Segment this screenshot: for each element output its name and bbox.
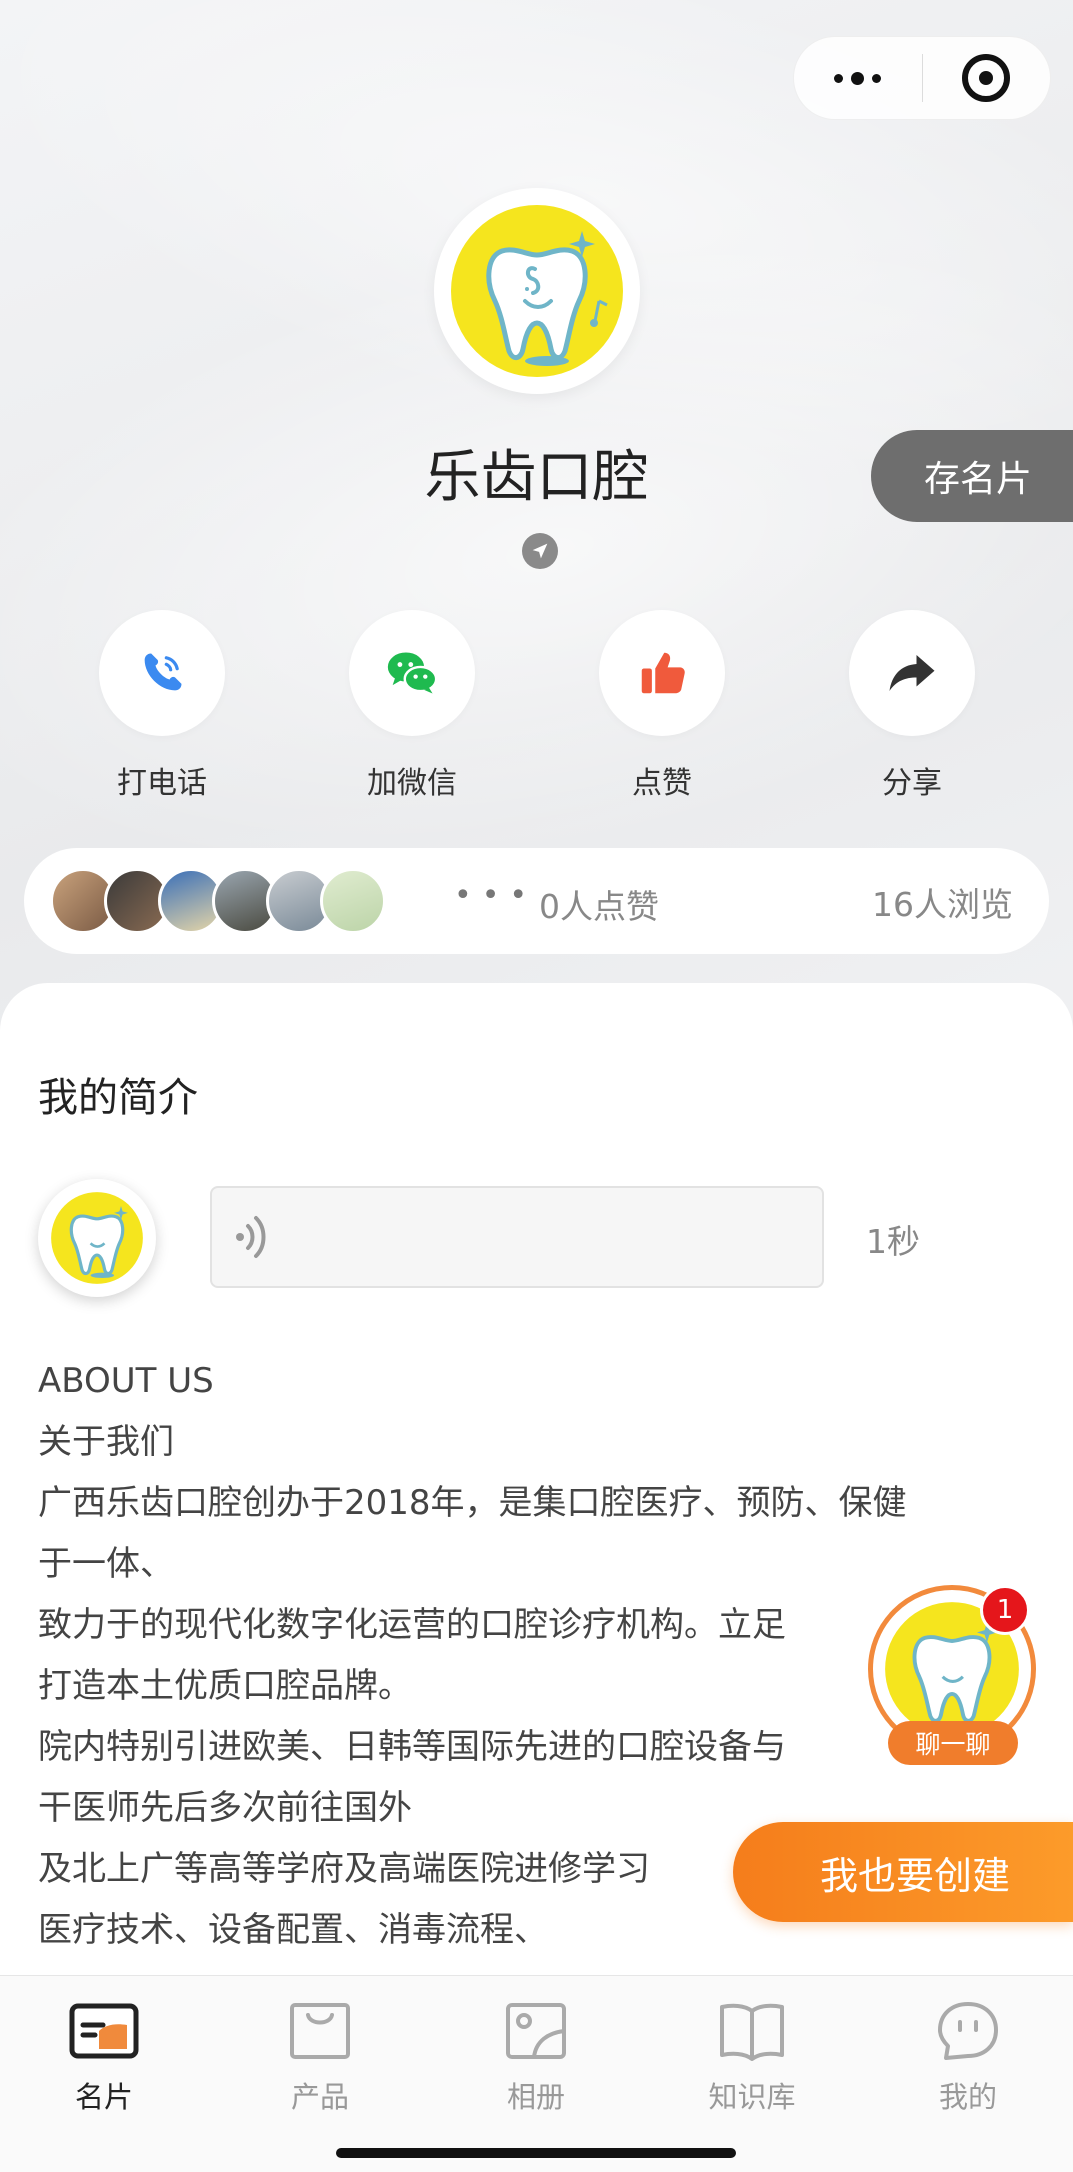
close-target-icon xyxy=(962,54,1011,102)
tab-knowledge[interactable]: 知识库 xyxy=(672,1998,832,2116)
share-button[interactable] xyxy=(849,610,975,736)
intro-line: 关于我们 xyxy=(38,1422,174,1462)
unread-badge: 1 xyxy=(980,1585,1030,1635)
like-count: 0人点赞 xyxy=(539,887,659,926)
tab-album-label: 相册 xyxy=(506,2080,565,2114)
card-icon xyxy=(69,2003,139,2059)
intro-line: 广西乐齿口腔创办于2018年，是集口腔医疗、预防、保健 xyxy=(38,1483,907,1523)
view-count: 16人浏览 xyxy=(872,885,1013,924)
save-card-button[interactable]: 存名片 xyxy=(871,430,1073,522)
tooth-logo-icon xyxy=(451,205,623,377)
voice-duration: 1秒 xyxy=(866,1222,920,1261)
tab-card[interactable]: 名片 xyxy=(24,1998,184,2116)
face-icon xyxy=(938,2002,998,2060)
wechat-action[interactable]: 加微信 xyxy=(322,610,502,802)
intro-title: 我的简介 xyxy=(38,1075,198,1121)
more-button[interactable] xyxy=(794,36,922,120)
phone-icon xyxy=(144,653,182,691)
tab-album[interactable]: 相册 xyxy=(456,1998,616,2116)
thumbs-up-icon xyxy=(641,652,685,694)
tab-products[interactable]: 产品 xyxy=(240,1998,400,2116)
visitor-avatar xyxy=(320,868,386,934)
action-row: 打电话 加微信 点赞 分享 xyxy=(0,610,1073,810)
create-card-button[interactable]: 我也要创建 xyxy=(733,1822,1073,1922)
tab-card-label: 名片 xyxy=(74,2080,133,2114)
share-label: 分享 xyxy=(882,766,942,801)
tooth-logo-icon xyxy=(51,1192,143,1284)
more-visitors-icon: ••• xyxy=(454,878,538,913)
bag-icon xyxy=(290,2003,350,2059)
voice-wave-icon xyxy=(236,1216,266,1258)
like-action[interactable]: 点赞 xyxy=(572,610,752,802)
mini-program-capsule xyxy=(793,36,1051,120)
book-icon xyxy=(720,2003,784,2061)
wechat-icon xyxy=(387,652,438,694)
like-button[interactable] xyxy=(599,610,725,736)
tab-products-label: 产品 xyxy=(290,2080,349,2114)
wechat-button[interactable] xyxy=(349,610,475,736)
intro-line: ABOUT US xyxy=(38,1361,214,1401)
photo-icon xyxy=(506,2003,566,2059)
bottom-tab-bar: 名片 产品 相册 知识库 我的 xyxy=(0,1975,1073,2172)
company-avatar xyxy=(434,188,640,394)
share-icon xyxy=(889,655,935,691)
voice-intro-player[interactable] xyxy=(210,1186,824,1288)
intro-line: 于一体、 xyxy=(38,1544,174,1584)
tab-mine-label: 我的 xyxy=(938,2080,997,2114)
location-icon[interactable] xyxy=(522,533,558,569)
intro-avatar xyxy=(38,1179,156,1297)
business-card-page: 乐齿口腔 存名片 打电话 加微信 点赞 分享 ••• 0人点赞 16人浏览 我的… xyxy=(0,0,1073,2172)
visitor-stats-bar[interactable]: ••• 0人点赞 16人浏览 xyxy=(24,848,1049,954)
tab-knowledge-label: 知识库 xyxy=(708,2080,796,2114)
close-program-button[interactable] xyxy=(923,36,1051,120)
call-label: 打电话 xyxy=(117,766,207,801)
call-action[interactable]: 打电话 xyxy=(72,610,252,802)
more-dots-icon xyxy=(834,71,882,85)
like-label: 点赞 xyxy=(632,766,692,801)
home-indicator xyxy=(336,2148,736,2158)
tab-mine[interactable]: 我的 xyxy=(888,1998,1048,2116)
call-button[interactable] xyxy=(99,610,225,736)
wechat-label: 加微信 xyxy=(367,766,457,801)
chat-label[interactable]: 聊一聊 xyxy=(888,1721,1018,1765)
share-action[interactable]: 分享 xyxy=(822,610,1002,802)
